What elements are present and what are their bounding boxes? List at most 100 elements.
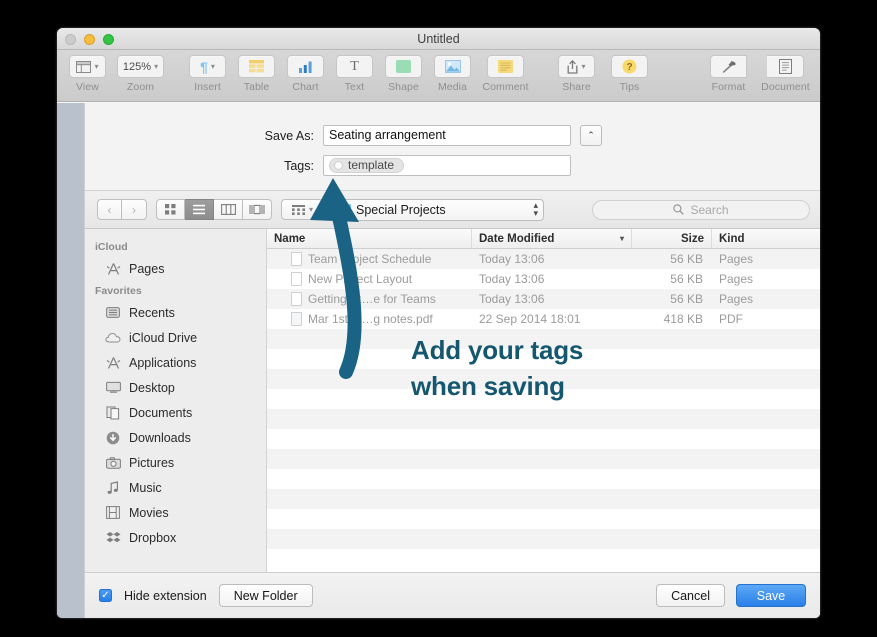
format-brush-icon: [721, 60, 737, 74]
share-button[interactable]: ▾: [558, 55, 595, 78]
toolbar-item-tips[interactable]: ? Tips: [605, 55, 654, 93]
toolbar-item-share[interactable]: ▾ Share: [548, 55, 605, 93]
recents-clock-icon: [105, 305, 121, 321]
zoom-window-icon[interactable]: [103, 34, 114, 45]
toolbar-item-zoom[interactable]: 125% ▾ Zoom: [112, 55, 169, 93]
save-button[interactable]: Save: [736, 584, 806, 607]
chevron-down-icon: ▾: [154, 63, 158, 71]
sidebar-heading-favorites: Favorites: [85, 281, 266, 300]
expand-dialog-button[interactable]: ⌃: [580, 125, 602, 146]
table-row-empty: [267, 449, 820, 469]
sidebar-item-icloud-drive[interactable]: iCloud Drive: [85, 325, 266, 350]
minimize-window-icon[interactable]: [84, 34, 95, 45]
sidebar-item-recents[interactable]: Recents: [85, 300, 266, 325]
back-button[interactable]: ‹: [97, 199, 122, 220]
table-row[interactable]: Mar 1st m…g notes.pdf22 Sep 2014 18:0141…: [267, 309, 820, 329]
toolbar-group-left: ▾ View 125% ▾ Zoom: [63, 55, 169, 93]
pdf-doc-icon: [291, 312, 302, 326]
toolbar-item-comment[interactable]: Comment: [477, 55, 534, 93]
new-folder-button[interactable]: New Folder: [219, 584, 313, 607]
tag-token[interactable]: template: [329, 158, 404, 173]
sidebar-item-music[interactable]: Music: [85, 475, 266, 500]
file-name-label: Mar 1st m…g notes.pdf: [308, 312, 433, 326]
tags-input[interactable]: template: [323, 155, 571, 176]
action-gear-icon: [291, 204, 306, 216]
save-as-input[interactable]: Seating arrangement: [323, 125, 571, 146]
sidebar: iCloud Pages Favorites: [85, 229, 267, 572]
sidebar-item-pages[interactable]: Pages: [85, 256, 266, 281]
column-header-date-modified[interactable]: Date Modified ▾: [472, 229, 632, 248]
shape-button[interactable]: [385, 55, 422, 78]
table-row[interactable]: Getting St…e for TeamsToday 13:0656 KBPa…: [267, 289, 820, 309]
chevron-down-icon: ▾: [211, 63, 215, 71]
sidebar-item-applications[interactable]: Applications: [85, 350, 266, 375]
file-name-label: New Project Layout: [308, 272, 412, 286]
sidebar-item-downloads[interactable]: Downloads: [85, 425, 266, 450]
format-button[interactable]: [710, 55, 747, 78]
cancel-button[interactable]: Cancel: [656, 584, 725, 607]
save-as-label: Save As:: [85, 129, 323, 143]
sidebar-item-documents[interactable]: Documents: [85, 400, 266, 425]
toolbar-item-chart[interactable]: Chart: [281, 55, 330, 93]
file-name-label: Getting St…e for Teams: [308, 292, 436, 306]
location-popup-button[interactable]: Special Projects ▴▾: [332, 199, 544, 221]
chart-button[interactable]: [287, 55, 324, 78]
sidebar-item-label: iCloud Drive: [129, 331, 197, 345]
action-menu-button[interactable]: ▾: [281, 199, 323, 220]
sidebar-item-pictures[interactable]: Pictures: [85, 450, 266, 475]
save-name-area: Save As: Seating arrangement ⌃ Tags: tem…: [85, 103, 820, 191]
toolbar-item-document[interactable]: Document: [757, 55, 814, 93]
toolbar-group-share: ▾ Share ? Tips: [548, 55, 654, 93]
insert-button[interactable]: ¶ ▾: [189, 55, 226, 78]
sidebar-item-label: Pages: [129, 262, 164, 276]
window-titlebar: Untitled: [57, 28, 820, 50]
pages-app-icon: [105, 261, 121, 277]
toolbar-item-format[interactable]: Format: [700, 55, 757, 93]
column-header-kind[interactable]: Kind: [712, 229, 820, 248]
toolbar-item-text[interactable]: T Text: [330, 55, 379, 93]
view-mode-coverflow-button[interactable]: [243, 199, 272, 220]
table-button[interactable]: [238, 55, 275, 78]
sidebar-item-label: Pictures: [129, 456, 174, 470]
search-field[interactable]: Search: [592, 200, 810, 220]
toolbar-label-text: Text: [345, 81, 365, 93]
comment-button[interactable]: [487, 55, 524, 78]
table-icon: [249, 60, 264, 73]
sidebar-item-desktop[interactable]: Desktop: [85, 375, 266, 400]
close-window-icon[interactable]: [65, 34, 76, 45]
column-header-size[interactable]: Size: [632, 229, 712, 248]
sidebar-item-movies[interactable]: Movies: [85, 500, 266, 525]
view-mode-column-button[interactable]: [214, 199, 243, 220]
sidebar-item-label: Recents: [129, 306, 175, 320]
view-mode-icon-button[interactable]: [156, 199, 185, 220]
toolbar-item-media[interactable]: Media: [428, 55, 477, 93]
table-row[interactable]: New Project LayoutToday 13:0656 KBPages: [267, 269, 820, 289]
file-list-header: Name Date Modified ▾ Size Kind: [267, 229, 820, 249]
table-row[interactable]: Team Project ScheduleToday 13:0656 KBPag…: [267, 249, 820, 269]
pilcrow-icon: ¶: [200, 60, 208, 74]
toolbar-item-table[interactable]: Table: [232, 55, 281, 93]
media-button[interactable]: [434, 55, 471, 78]
text-button[interactable]: T: [336, 55, 373, 78]
view-mode-list-button[interactable]: [185, 199, 214, 220]
column-header-name[interactable]: Name: [267, 229, 472, 248]
zoom-button[interactable]: 125% ▾: [117, 55, 164, 78]
tips-button[interactable]: ?: [611, 55, 648, 78]
sidebar-item-label: Dropbox: [129, 531, 176, 545]
forward-button[interactable]: ›: [122, 199, 147, 220]
toolbar-item-shape[interactable]: Shape: [379, 55, 428, 93]
view-button[interactable]: ▾: [69, 55, 106, 78]
sidebar-item-dropbox[interactable]: Dropbox: [85, 525, 266, 550]
document-button[interactable]: [767, 55, 804, 78]
toolbar-item-view[interactable]: ▾ View: [63, 55, 112, 93]
table-row-empty: [267, 409, 820, 429]
toolbar-item-insert[interactable]: ¶ ▾ Insert: [183, 55, 232, 93]
hide-extension-checkbox[interactable]: ✓: [99, 589, 112, 602]
text-t-icon: T: [350, 60, 359, 74]
desktop-icon: [105, 380, 121, 396]
cloud-icon: [105, 330, 121, 346]
toolbar-group-inspectors: Format Document: [700, 55, 814, 93]
sidebar-item-label: Documents: [129, 406, 192, 420]
chevron-down-icon: ▾: [94, 63, 98, 71]
file-browser-toolbar: ‹ ›: [85, 191, 820, 229]
